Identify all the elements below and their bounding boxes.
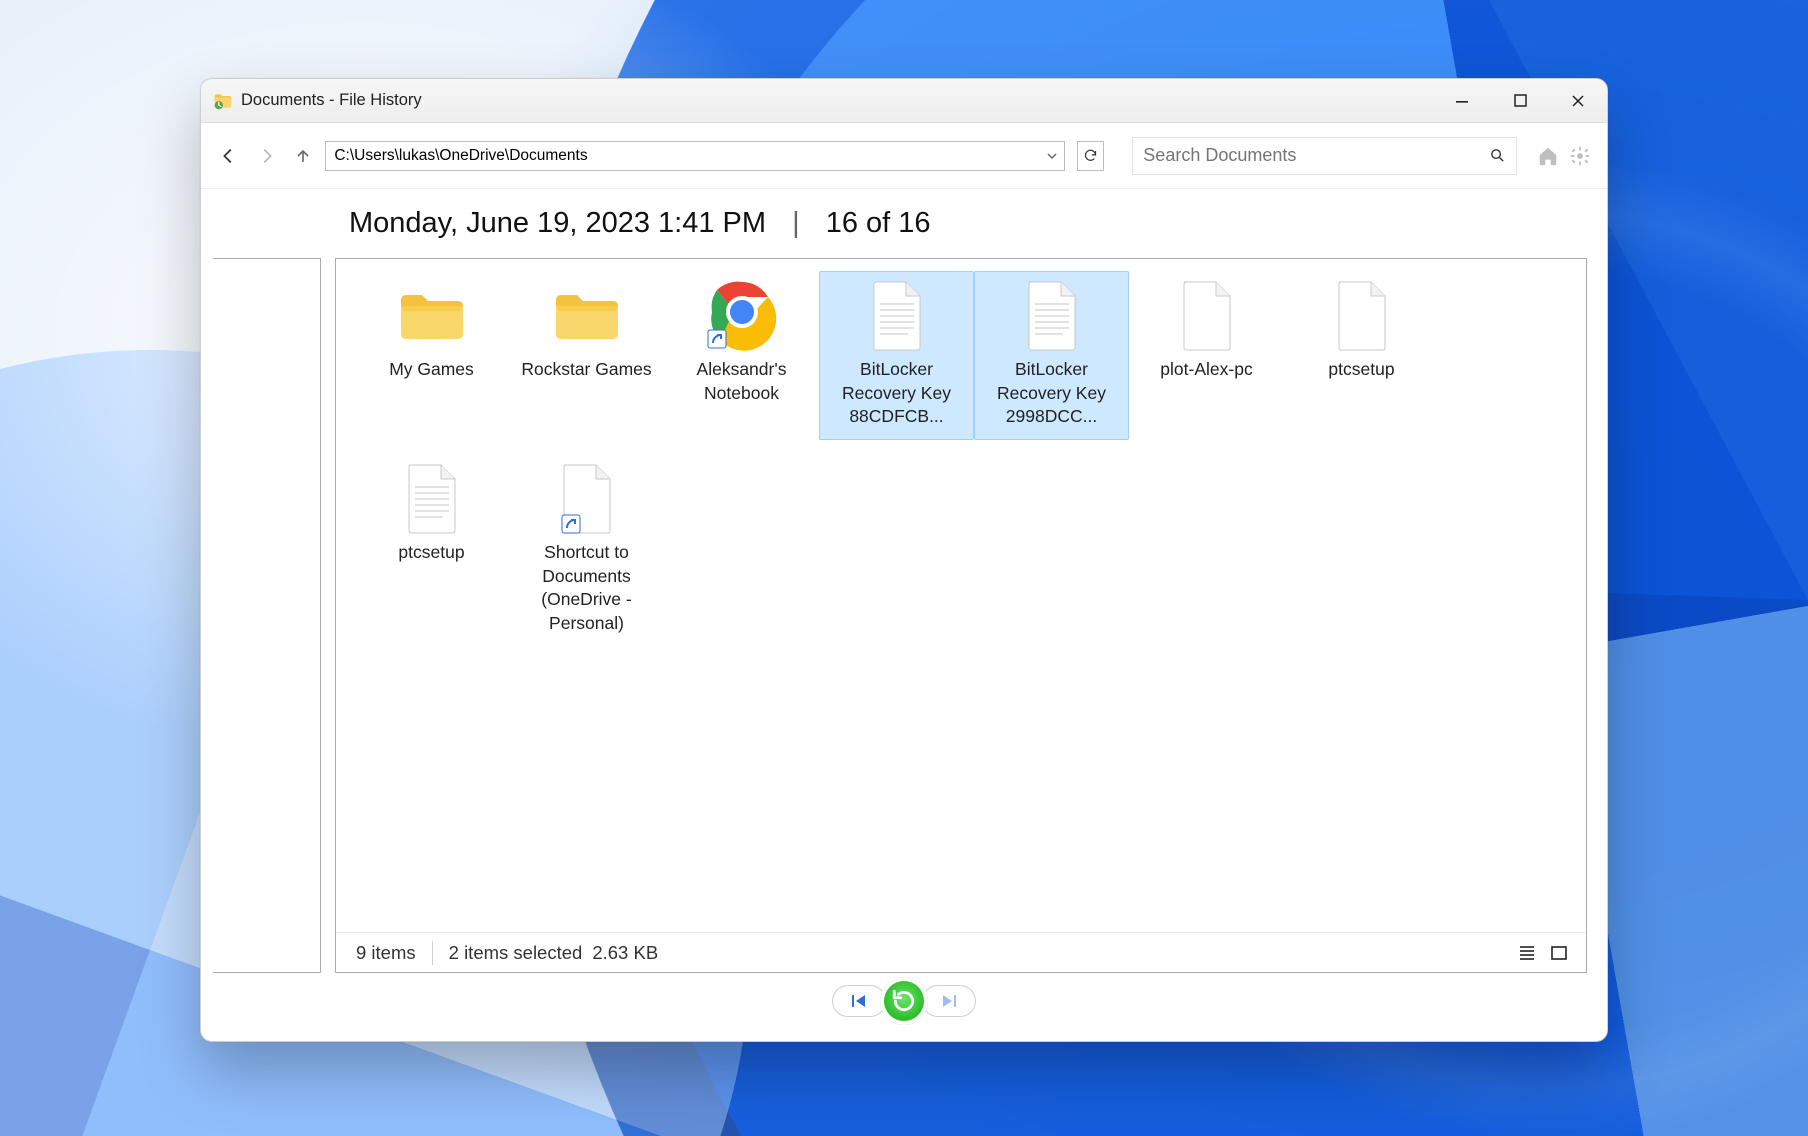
version-index: 16 of 16 [826,207,931,239]
address-bar[interactable] [325,141,1065,171]
version-header: Monday, June 19, 2023 1:41 PM | 16 of 16 [201,189,1607,248]
next-version-button[interactable] [923,986,975,1016]
selection-size: 2.63 KB [592,942,658,964]
file-label: Rockstar Games [521,358,651,382]
items-view[interactable]: My Games Rockstar Games Aleksandr's Note… [336,259,1586,932]
file-label: BitLocker Recovery Key 88CDFCB... [824,358,969,429]
next-pill [922,985,976,1017]
restore-button[interactable] [880,977,928,1025]
search-box[interactable] [1132,137,1517,175]
blank-file-icon [1318,280,1406,352]
gear-icon[interactable] [1567,143,1593,169]
file-label: ptcsetup [1328,358,1394,382]
folder-icon [543,280,631,352]
text-file-icon [388,463,476,535]
file-item[interactable]: Aleksandr's Notebook [664,271,819,440]
toolbar [201,123,1607,189]
items-count: 9 items [356,942,416,964]
file-item[interactable]: ptcsetup [1284,271,1439,440]
previous-version-button[interactable] [833,986,885,1016]
separator: | [792,207,800,239]
address-input[interactable] [326,142,1040,170]
shortcut-file-icon [543,463,631,535]
left-panel [213,258,321,973]
refresh-button[interactable] [1077,141,1104,171]
maximize-button[interactable] [1491,79,1549,123]
playback-controls [201,983,1607,1041]
file-label: Shortcut to Documents (OneDrive - Person… [514,541,659,636]
up-button[interactable] [289,141,318,171]
titlebar[interactable]: Documents - File History [201,79,1607,123]
file-item[interactable]: Rockstar Games [509,271,664,440]
status-bar: 9 items 2 items selected 2.63 KB [336,932,1586,972]
file-item[interactable]: Shortcut to Documents (OneDrive - Person… [509,454,664,647]
chrome-shortcut-icon [698,280,786,352]
file-label: ptcsetup [398,541,464,565]
selection-count: 2 items selected [449,942,583,964]
view-toggles [1514,941,1572,965]
back-button[interactable] [215,141,244,171]
icons-view-button[interactable] [1546,941,1572,965]
file-item[interactable]: BitLocker Recovery Key 88CDFCB... [819,271,974,440]
file-label: My Games [389,358,474,382]
content-panel: My Games Rockstar Games Aleksandr's Note… [335,258,1587,973]
version-timestamp: Monday, June 19, 2023 1:41 PM [349,207,766,239]
forward-button[interactable] [252,141,281,171]
prev-pill [832,985,886,1017]
minimize-button[interactable] [1433,79,1491,123]
body: My Games Rockstar Games Aleksandr's Note… [201,248,1607,983]
status-divider [432,941,433,965]
file-item[interactable]: ptcsetup [354,454,509,647]
text-file-icon [853,280,941,352]
text-file-icon [1008,280,1096,352]
folder-icon [388,280,476,352]
file-history-app-icon [213,91,233,111]
file-item[interactable]: BitLocker Recovery Key 2998DCC... [974,271,1129,440]
close-button[interactable] [1549,79,1607,123]
home-icon[interactable] [1535,143,1561,169]
address-dropdown[interactable] [1040,142,1064,170]
file-item[interactable]: My Games [354,271,509,440]
file-item[interactable]: plot-Alex-pc [1129,271,1284,440]
details-view-button[interactable] [1514,941,1540,965]
blank-file-icon [1163,280,1251,352]
file-label: Aleksandr's Notebook [669,358,814,405]
file-label: BitLocker Recovery Key 2998DCC... [979,358,1124,429]
window-title: Documents - File History [241,91,422,110]
search-icon[interactable] [1489,147,1506,164]
search-input[interactable] [1143,145,1489,166]
file-history-window: Documents - File History [200,78,1608,1042]
file-label: plot-Alex-pc [1160,358,1252,382]
window-controls [1433,79,1607,123]
toolbar-right-icons [1535,143,1593,169]
